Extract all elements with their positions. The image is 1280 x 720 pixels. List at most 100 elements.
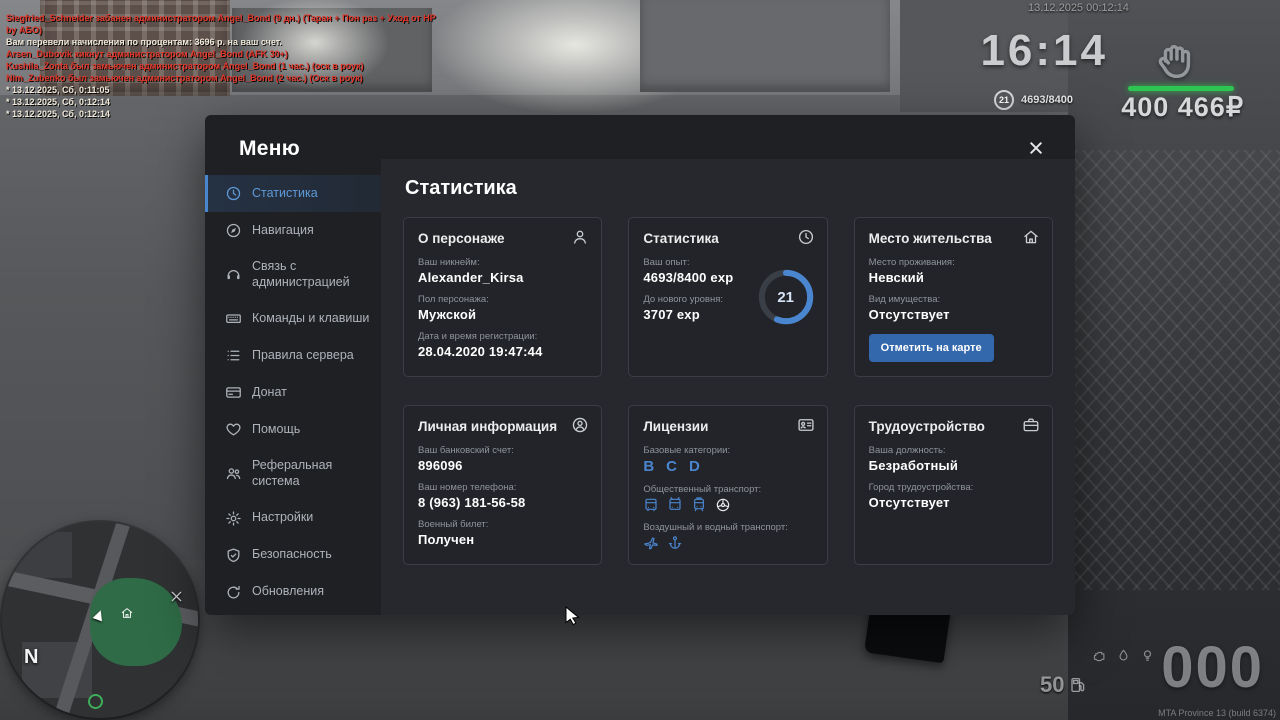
sidebar-item-label: Помощь bbox=[252, 422, 300, 438]
field-public-transport: Общественный транспорт: bbox=[643, 484, 812, 513]
sidebar-item-label: Правила сервера bbox=[252, 348, 354, 364]
field-label: Ваш опыт: bbox=[643, 257, 812, 268]
field-label: Военный билет: bbox=[418, 519, 587, 530]
card-title: Трудоустройство bbox=[869, 419, 985, 434]
speedometer: 000 bbox=[1161, 634, 1264, 701]
menu-content: Статистика О персонаже Ваш никнейм: Alex… bbox=[381, 159, 1075, 615]
health-bar bbox=[1128, 86, 1234, 91]
server-watermark: MTA Province 13 (build 6374) bbox=[1158, 708, 1276, 718]
exp-counter: 4693/8400 bbox=[1021, 94, 1073, 106]
field-value: Мужской bbox=[418, 307, 587, 322]
chat-line: Kushila_Zonta был замьючен администратор… bbox=[6, 60, 446, 72]
sidebar-item-label: Статистика bbox=[252, 186, 318, 202]
sidebar-item-help[interactable]: Помощь bbox=[205, 411, 381, 448]
field-job-city: Город трудоустройства: Отсутствует bbox=[869, 482, 1038, 510]
card-statistics: Статистика Ваш опыт: 4693/8400 exp До но… bbox=[628, 217, 827, 377]
sidebar-item-settings[interactable]: Настройки bbox=[205, 500, 381, 537]
fuel-gauge: 50 bbox=[1040, 672, 1087, 698]
sidebar-item-security[interactable]: Безопасность bbox=[205, 537, 381, 574]
oil-icon bbox=[1116, 648, 1131, 663]
field-value: 8 (963) 181-56-58 bbox=[418, 495, 587, 510]
field-label: Ваша должность: bbox=[869, 445, 1038, 456]
trolleybus-icon bbox=[667, 497, 683, 513]
card-title: Лицензии bbox=[643, 419, 708, 434]
sidebar-item-label: Донат bbox=[252, 385, 287, 401]
level-badge: 21 bbox=[757, 268, 815, 326]
field-phone: Ваш номер телефона: 8 (963) 181-56-58 bbox=[418, 482, 587, 510]
field-value: Alexander_Kirsa bbox=[418, 270, 587, 285]
house-icon bbox=[120, 606, 134, 620]
field-value: Безработный bbox=[869, 458, 1038, 473]
field-label: Ваш номер телефона: bbox=[418, 482, 587, 493]
field-value: Получен bbox=[418, 532, 587, 547]
fuel-pump-icon bbox=[1069, 676, 1087, 694]
card-licenses: Лицензии Базовые категории: B C D Общест… bbox=[628, 405, 827, 565]
keyboard-icon bbox=[225, 310, 242, 327]
chat-line: Вам перевели начисления по процентам: 36… bbox=[6, 36, 446, 48]
hud-datetime: 13.12.2025 00:12:14 bbox=[1028, 2, 1129, 14]
field-value: Отсутствует bbox=[869, 495, 1038, 510]
sidebar-item-commands-keys[interactable]: Команды и клавиши bbox=[205, 300, 381, 337]
minimap-zone-ring bbox=[88, 694, 103, 709]
sidebar-item-label: Реферальная система bbox=[252, 458, 373, 489]
field-air-water-transport: Воздушный и водный транспорт: bbox=[643, 522, 812, 551]
field-label: Город трудоустройства: bbox=[869, 482, 1038, 493]
briefcase-icon bbox=[1022, 416, 1040, 434]
card-title: Место жительства bbox=[869, 231, 992, 246]
minimap bbox=[2, 522, 198, 718]
field-label: Базовые категории: bbox=[643, 445, 812, 456]
compass-icon bbox=[225, 222, 242, 239]
menu-title: Меню bbox=[239, 137, 300, 161]
gear-icon bbox=[225, 510, 242, 527]
minimap-north-label: N bbox=[24, 646, 38, 669]
sidebar-item-server-rules[interactable]: Правила сервера bbox=[205, 337, 381, 374]
license-categories: B C D bbox=[643, 458, 812, 475]
chat-line: Nim_Zubenko был замьючен администратором… bbox=[6, 72, 446, 84]
field-label: Ваш банковский счет: bbox=[418, 445, 587, 456]
plane-icon bbox=[643, 535, 659, 551]
sidebar-item-navigation[interactable]: Навигация bbox=[205, 212, 381, 249]
refresh-icon bbox=[225, 584, 242, 601]
field-value: Невский bbox=[869, 270, 1038, 285]
money-counter: 400 466₽ bbox=[1121, 92, 1244, 123]
sidebar-item-donate[interactable]: Донат bbox=[205, 374, 381, 411]
fist-icon bbox=[1152, 38, 1198, 84]
field-job: Ваша должность: Безработный bbox=[869, 445, 1038, 473]
fence bbox=[1074, 150, 1280, 590]
public-transport-licenses bbox=[643, 497, 812, 513]
sidebar-item-label: Безопасность bbox=[252, 547, 332, 563]
field-label: Дата и время регистрации: bbox=[418, 331, 587, 342]
shield-icon bbox=[225, 547, 242, 564]
sidebar-item-referral-system[interactable]: Реферальная система bbox=[205, 448, 381, 499]
home-icon bbox=[1022, 228, 1040, 246]
stats-card-grid: О персонаже Ваш никнейм: Alexander_Kirsa… bbox=[403, 217, 1053, 565]
vehicle-indicators bbox=[1092, 648, 1155, 663]
field-label: Вид имущества: bbox=[869, 294, 1038, 305]
page-title: Статистика bbox=[405, 177, 517, 200]
field-gender: Пол персонажа: Мужской bbox=[418, 294, 587, 322]
field-military-id: Военный билет: Получен bbox=[418, 519, 587, 547]
field-value: Отсутствует bbox=[869, 307, 1038, 322]
level-badge: 21 bbox=[994, 90, 1014, 110]
field-base-categories: Базовые категории: B C D bbox=[643, 445, 812, 475]
license-category-d: D bbox=[689, 458, 700, 475]
hud-clock: 16:14 bbox=[980, 26, 1108, 76]
mark-on-map-button[interactable]: Отметить на карте bbox=[869, 334, 994, 362]
menu-sidebar: Статистика Навигация Связь с администрац… bbox=[205, 175, 381, 615]
field-label: Ваш никнейм: bbox=[418, 257, 587, 268]
bus-icon bbox=[643, 497, 659, 513]
sidebar-item-label: Команды и клавиши bbox=[252, 311, 369, 327]
card-title: Личная информация bbox=[418, 419, 557, 434]
building bbox=[640, 0, 890, 92]
sidebar-item-admin-contact[interactable]: Связь с администрацией bbox=[205, 249, 381, 300]
hud-level-row: 21 4693/8400 bbox=[994, 90, 1073, 110]
card-icon bbox=[225, 384, 242, 401]
sidebar-item-updates[interactable]: Обновления bbox=[205, 574, 381, 611]
sidebar-item-statistics[interactable]: Статистика bbox=[205, 175, 381, 212]
sidebar-item-label: Обновления bbox=[252, 584, 324, 600]
card-title: О персонаже bbox=[418, 231, 504, 246]
heart-icon bbox=[225, 421, 242, 438]
steering-wheel-icon bbox=[715, 497, 731, 513]
sidebar-item-label: Настройки bbox=[252, 510, 313, 526]
license-category-c: C bbox=[666, 458, 677, 475]
